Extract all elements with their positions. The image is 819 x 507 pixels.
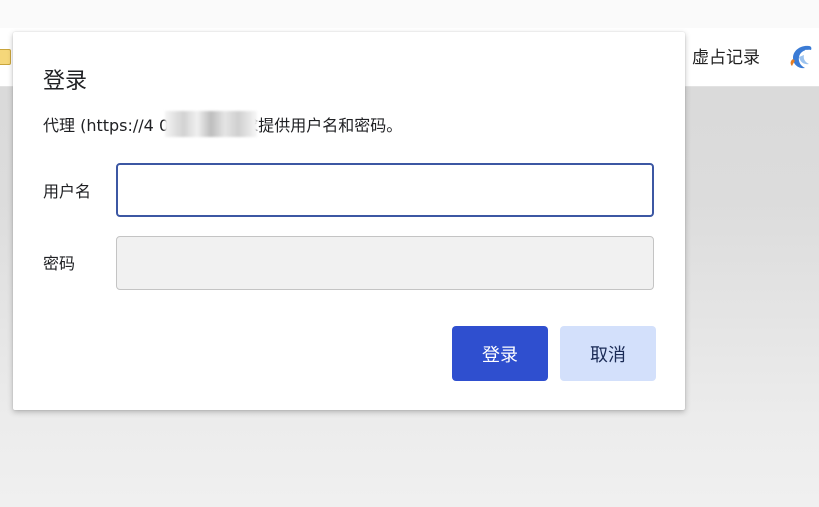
login-button[interactable]: 登录 — [452, 326, 548, 381]
dolphin-icon[interactable] — [787, 42, 817, 72]
password-label: 密码 — [43, 254, 76, 273]
username-input[interactable] — [116, 163, 654, 217]
dialog-title: 登录 — [43, 69, 88, 94]
browser-tab-strip — [0, 0, 819, 28]
folder-icon[interactable] — [0, 49, 11, 65]
cancel-button[interactable]: 取消 — [560, 326, 656, 381]
username-label: 用户名 — [43, 182, 92, 201]
login-dialog: 登录 代理 (https://4 00.180) 要求提供用户名和密码。 用户名… — [13, 32, 685, 410]
redaction-mask — [165, 111, 257, 137]
password-input[interactable] — [116, 236, 654, 290]
bookmark-item[interactable]: 虚占记录 — [692, 46, 760, 70]
